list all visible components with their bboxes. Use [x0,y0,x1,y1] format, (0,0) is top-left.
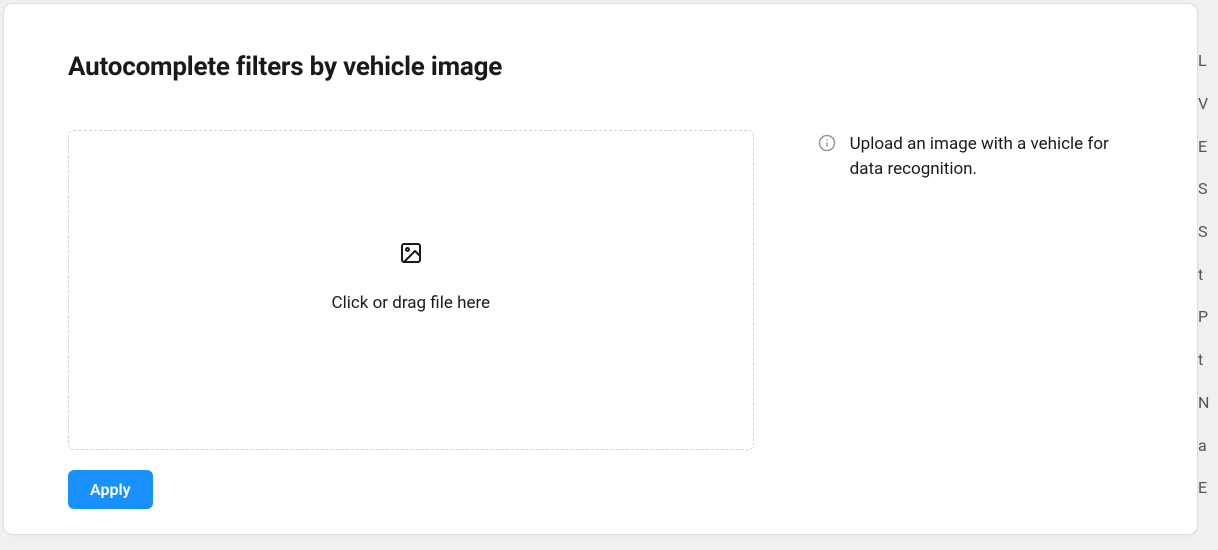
info-icon [818,134,836,152]
image-icon [399,241,423,265]
apply-button[interactable]: Apply [68,470,153,509]
background-obscured-text: L V E S S t P t N a E [1198,0,1216,550]
info-section: Upload an image with a vehicle for data … [818,130,1133,450]
info-text: Upload an image with a vehicle for data … [850,132,1133,181]
modal-footer: Apply [68,470,1133,509]
autocomplete-filters-modal: Autocomplete filters by vehicle image Cl… [3,3,1198,535]
file-dropzone[interactable]: Click or drag file here [68,130,754,450]
modal-body: Click or drag file here Upload an image … [68,130,1133,450]
dropzone-prompt: Click or drag file here [332,293,491,313]
modal-title: Autocomplete filters by vehicle image [68,52,1133,82]
